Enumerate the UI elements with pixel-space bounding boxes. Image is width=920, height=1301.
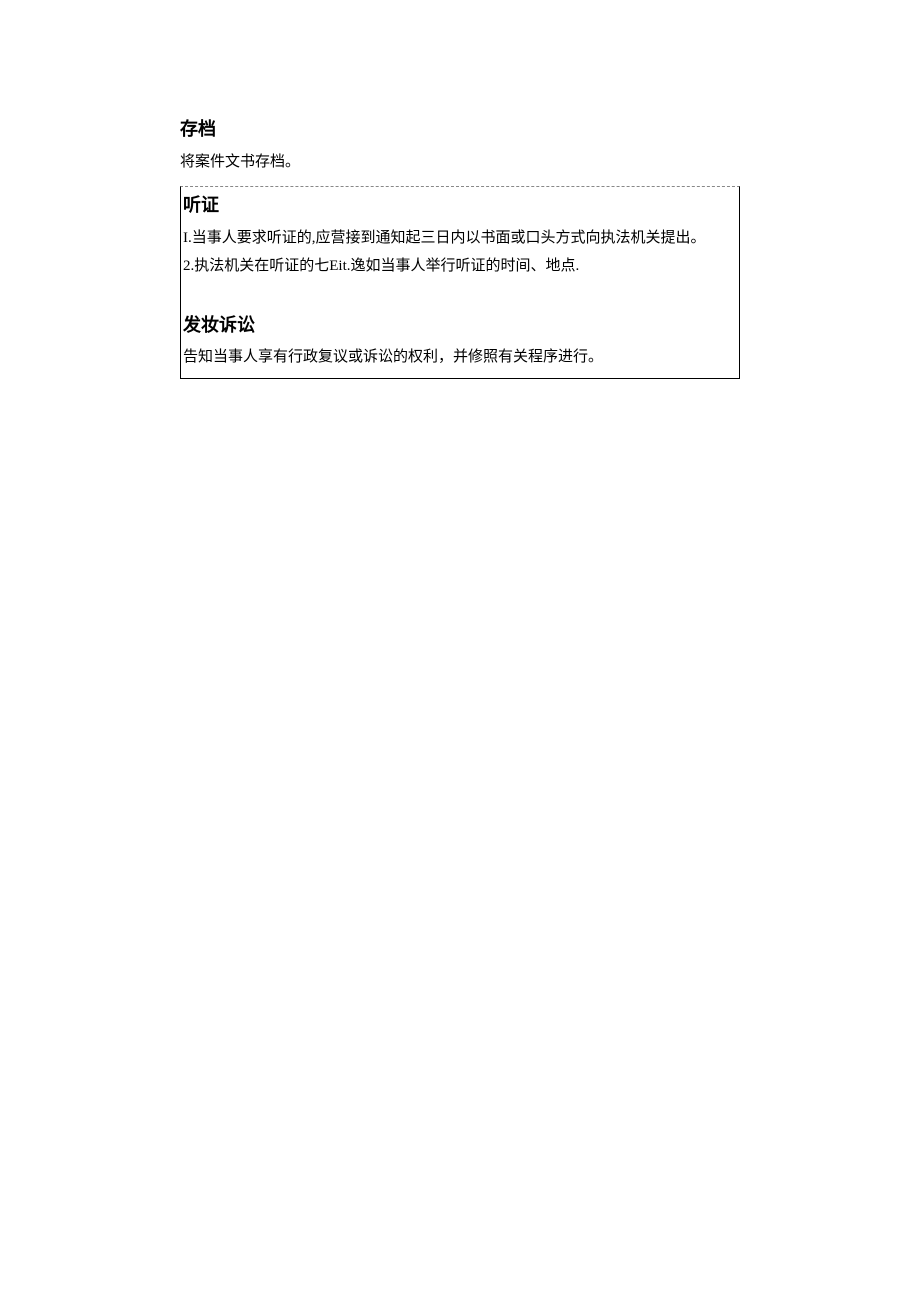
- section-spacer: [183, 281, 737, 311]
- hearing-line-1: I.当事人要求听证的,应营接到通知起三日内以书面或口头方式向执法机关提出。: [183, 224, 737, 253]
- hearing-heading: 听证: [183, 191, 737, 220]
- litigation-heading: 发妆诉讼: [183, 311, 737, 340]
- hearing-line-2: 2.执法机关在听证的七Eit.逸如当事人举行听证的时间、地点.: [183, 252, 737, 281]
- litigation-body: 告知当事人享有行政复议或诉讼的权利，并修照有关程序进行。: [183, 343, 737, 372]
- hearing-section: 听证 I.当事人要求听证的,应营接到通知起三日内以书面或口头方式向执法机关提出。…: [183, 191, 737, 281]
- archive-heading: 存档: [180, 115, 740, 144]
- boxed-sections: 听证 I.当事人要求听证的,应营接到通知起三日内以书面或口头方式向执法机关提出。…: [180, 186, 740, 379]
- litigation-section: 发妆诉讼 告知当事人享有行政复议或诉讼的权利，并修照有关程序进行。: [183, 311, 737, 372]
- archive-section: 存档 将案件文书存档。: [180, 115, 740, 174]
- archive-body: 将案件文书存档。: [180, 150, 740, 174]
